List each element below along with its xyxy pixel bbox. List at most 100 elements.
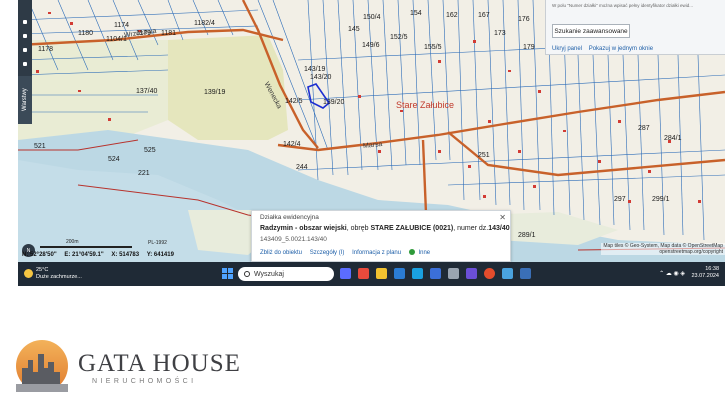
search-icon: [244, 271, 250, 277]
parcel-label: 284/1: [664, 135, 682, 142]
date: 23.07.2024: [691, 273, 719, 279]
coord-y: Y: 641419: [146, 252, 174, 258]
clock[interactable]: 16:38 23.07.2024: [691, 266, 719, 280]
file-explorer-icon[interactable]: [376, 268, 387, 279]
parcel-label: 297: [614, 196, 626, 203]
plan-info-link[interactable]: Informacja z planu: [352, 250, 401, 256]
parcel-label: 173: [494, 30, 506, 37]
tool-button[interactable]: [23, 62, 27, 66]
panel-hint-text: W polu "Numer działki" można wpisać pełn…: [552, 3, 694, 8]
layers-tab[interactable]: Warstwy: [18, 76, 32, 124]
parcel-label: 221: [138, 170, 150, 177]
app-icon[interactable]: [520, 268, 531, 279]
mail-icon[interactable]: [394, 268, 405, 279]
parcel-label: 1178: [38, 46, 54, 53]
logo-subtitle: NIERUCHOMOŚCI: [92, 378, 197, 385]
parcel-label: 139/19: [204, 89, 226, 96]
chrome-icon[interactable]: [484, 268, 495, 279]
coord-x: X: 514783: [111, 252, 140, 258]
edge-icon[interactable]: [412, 268, 423, 279]
parcel-label: 287: [638, 125, 650, 132]
advanced-search-button[interactable]: Szukanie zaawansowane: [552, 24, 630, 38]
app-icon[interactable]: [466, 268, 477, 279]
show-single-window-link[interactable]: Pokazuj w jednym oknie: [589, 46, 653, 52]
temperature: 25°C: [36, 267, 49, 273]
coord-e: E: 21°04'59.1": [64, 252, 104, 258]
popup-title: Działka ewidencyjna: [260, 214, 319, 221]
taskbar-search[interactable]: Wyszukaj: [238, 267, 334, 281]
commune-name: Radzymin - obszar wiejski: [260, 225, 347, 232]
parcel-label: 149/6: [362, 42, 380, 49]
windows-taskbar: 25°C Duże zachmurze... Wyszukaj ⌃ ☁ ◉ ◈ …: [18, 262, 725, 286]
parcel-label: 251: [478, 152, 490, 159]
parcel-label: 244: [296, 164, 308, 171]
logo-name: GATA HOUSE: [78, 350, 241, 377]
parcel-label: 137/40: [136, 88, 158, 95]
app-icon[interactable]: [448, 268, 459, 279]
parcel-label: 154: [410, 10, 422, 17]
parcel-label: 179: [523, 44, 535, 51]
scale-label: 200m: [66, 239, 79, 245]
tool-button[interactable]: [23, 20, 27, 24]
map-screenshot: 1182/4 1174 1181 1180 1179 1104/1 1178 1…: [18, 0, 725, 286]
parcel-info-popup: Działka ewidencyjna ✕ Radzymin - obszar …: [251, 210, 511, 262]
map-toolbar: Warstwy: [18, 0, 32, 124]
coordinates-readout: N: 52°28'50" E: 21°04'59.1" X: 514783 Y:…: [22, 252, 180, 258]
coord-n: N: 52°28'50": [22, 252, 57, 258]
tool-button[interactable]: [23, 34, 27, 38]
task-view-icon[interactable]: [340, 268, 351, 279]
details-link[interactable]: Szczegóły (I): [310, 250, 345, 256]
parcel-label: 299/1: [652, 196, 670, 203]
time: 16:38: [705, 266, 719, 272]
precinct-prefix: , obręb: [346, 225, 369, 232]
parcel-label: 143/19: [304, 66, 326, 73]
parcel-label: 142/5: [285, 98, 303, 105]
windows-start-icon[interactable]: [222, 268, 233, 279]
number-prefix: , numer dz.: [453, 225, 489, 232]
more-link[interactable]: Inne: [418, 250, 430, 256]
crs-label: PL-1992: [148, 240, 167, 246]
close-icon[interactable]: ✕: [499, 213, 506, 222]
parcel-label: 155/5: [424, 44, 442, 51]
parcel-label: 289/1: [518, 232, 536, 239]
parcel-label: 143/20: [310, 74, 332, 81]
parcel-label: 1182/4: [194, 20, 215, 27]
parcel-label: 521: [34, 143, 46, 150]
weather-desc: Duże zachmurze...: [36, 274, 82, 280]
tool-button[interactable]: [23, 48, 27, 52]
status-dot-icon: [408, 249, 415, 255]
parcel-label: 524: [108, 156, 120, 163]
precinct-name: STARE ZAŁUBICE (0021): [370, 225, 454, 232]
parcel-label: 152/5: [390, 34, 408, 41]
parcel-label: 1181: [161, 30, 177, 37]
parcel-label: 167: [478, 12, 490, 19]
search-placeholder: Wyszukaj: [254, 270, 284, 278]
popup-links: Zbliż do obiektu Szczegóły (I) Informacj…: [260, 249, 436, 256]
parcel-label: 150/4: [363, 14, 381, 21]
parcel-label: 525: [144, 147, 156, 154]
parcel-label: 176: [518, 16, 530, 23]
scale-bar: [40, 240, 132, 248]
place-label: Stare Załubice: [396, 100, 455, 110]
parcel-label: 139/20: [323, 99, 345, 106]
parcel-label: 162: [446, 12, 458, 19]
search-panel: W polu "Numer działki" można wpisać pełn…: [545, 0, 725, 55]
attribution-line[interactable]: openstreetmap.org/copyright: [603, 249, 723, 255]
parcel-label: 142/4: [283, 141, 301, 148]
zoom-to-object-link[interactable]: Zbliż do obiektu: [260, 250, 302, 256]
company-logo: GATA HOUSE NIERUCHOMOŚCI: [14, 338, 244, 394]
app-icon[interactable]: [502, 268, 513, 279]
parcel-identifier: 143409_5.0021.143/40: [260, 236, 327, 243]
hide-panel-link[interactable]: Ukryj panel: [552, 46, 582, 52]
parcel-description: Radzymin - obszar wiejski, obręb STARE Z…: [260, 225, 510, 232]
panel-links: Ukryj panel Pokazuj w jednym oknie: [552, 46, 658, 52]
app-icon[interactable]: [358, 268, 369, 279]
parcel-number: 143/40: [488, 225, 510, 232]
system-tray[interactable]: ⌃ ☁ ◉ ◈: [659, 270, 685, 277]
weather-icon: [24, 269, 33, 278]
map-attribution: Map tiles © Geo-System, Map data © OpenS…: [601, 243, 725, 255]
parcel-label: 1174: [114, 22, 130, 29]
parcel-label: 1180: [78, 30, 94, 37]
parcel-label: 145: [348, 26, 360, 33]
store-icon[interactable]: [430, 268, 441, 279]
